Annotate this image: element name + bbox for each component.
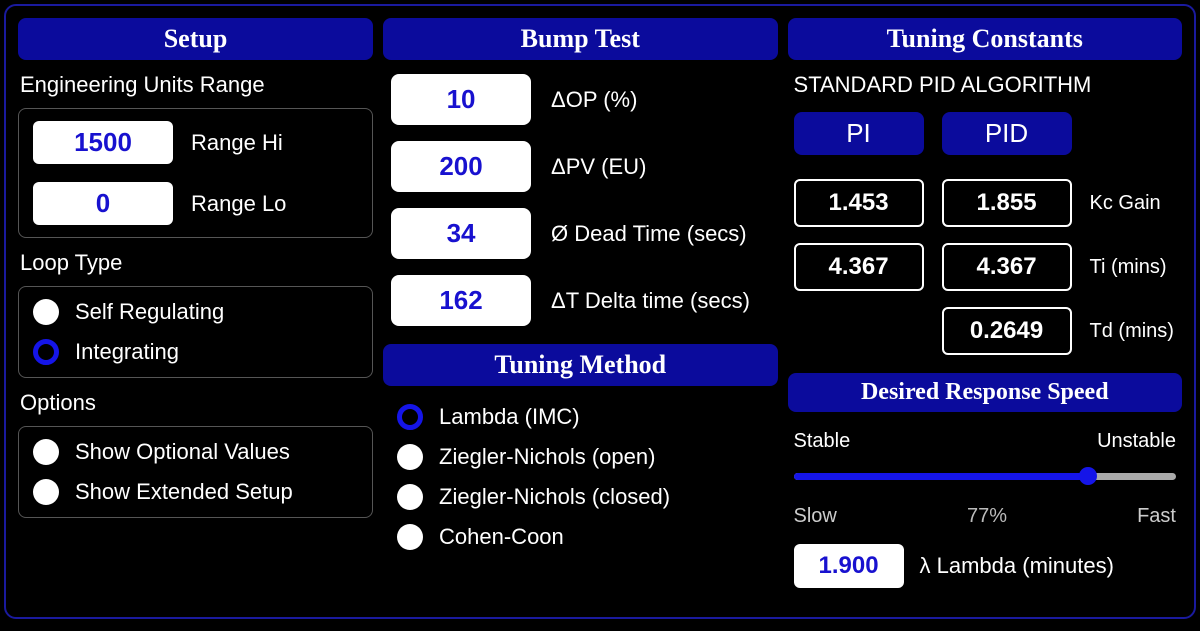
slider-thumb-icon[interactable] <box>1079 467 1097 485</box>
ti-pid-value: 4.367 <box>942 243 1072 291</box>
kc-pi-value: 1.453 <box>794 179 924 227</box>
response-slider[interactable] <box>794 467 1176 485</box>
deltatime-label: ΔT Delta time (secs) <box>551 288 750 314</box>
range-hi-input[interactable] <box>33 121 173 164</box>
radio-lambda[interactable]: Lambda (IMC) <box>397 404 763 430</box>
eu-range-label: Engineering Units Range <box>20 72 373 98</box>
eu-range-fieldset: Range Hi Range Lo <box>18 108 373 238</box>
range-lo-input[interactable] <box>33 182 173 225</box>
method-fieldset: Lambda (IMC) Ziegler-Nichols (open) Zieg… <box>383 394 777 560</box>
dop-label: ΔOP (%) <box>551 87 637 113</box>
radio-label: Ziegler-Nichols (open) <box>439 444 655 470</box>
unstable-label: Unstable <box>1097 430 1176 453</box>
response-header: Desired Response Speed <box>788 373 1182 412</box>
radio-label: Lambda (IMC) <box>439 404 580 430</box>
radio-integrating[interactable]: Integrating <box>33 339 358 365</box>
algorithm-label: STANDARD PID ALGORITHM <box>794 72 1182 98</box>
setup-column: Setup Engineering Units Range Range Hi R… <box>18 18 373 605</box>
loop-type-label: Loop Type <box>20 250 373 276</box>
setup-header: Setup <box>18 18 373 60</box>
radio-icon <box>397 524 423 550</box>
ti-pi-value: 4.367 <box>794 243 924 291</box>
deltatime-input[interactable] <box>391 275 531 326</box>
pi-button[interactable]: PI <box>794 112 924 155</box>
dop-input[interactable] <box>391 74 531 125</box>
radio-icon <box>397 484 423 510</box>
method-header: Tuning Method <box>383 344 777 386</box>
slow-label: Slow <box>794 505 837 528</box>
bump-header: Bump Test <box>383 18 777 60</box>
radio-icon <box>33 339 59 365</box>
radio-icon <box>33 299 59 325</box>
radio-icon <box>33 439 59 465</box>
deadtime-label: Ø Dead Time (secs) <box>551 221 747 247</box>
radio-label: Integrating <box>75 339 179 365</box>
pid-button[interactable]: PID <box>942 112 1072 155</box>
check-show-optional[interactable]: Show Optional Values <box>33 439 358 465</box>
radio-zn-closed[interactable]: Ziegler-Nichols (closed) <box>397 484 763 510</box>
td-label: Td (mins) <box>1090 320 1182 343</box>
check-label: Show Optional Values <box>75 439 290 465</box>
kc-label: Kc Gain <box>1090 192 1182 215</box>
td-pid-value: 0.2649 <box>942 307 1072 355</box>
ti-label: Ti (mins) <box>1090 256 1182 279</box>
dpv-input[interactable] <box>391 141 531 192</box>
lambda-label: λ Lambda (minutes) <box>920 553 1114 579</box>
range-lo-label: Range Lo <box>191 191 286 217</box>
dpv-label: ΔPV (EU) <box>551 154 646 180</box>
bump-column: Bump Test ΔOP (%) ΔPV (EU) Ø Dead Time (… <box>383 18 777 605</box>
options-label: Options <box>20 390 373 416</box>
check-label: Show Extended Setup <box>75 479 293 505</box>
check-show-extended[interactable]: Show Extended Setup <box>33 479 358 505</box>
radio-cohen-coon[interactable]: Cohen-Coon <box>397 524 763 550</box>
stable-label: Stable <box>794 430 851 453</box>
fast-label: Fast <box>1137 505 1176 528</box>
tuning-header: Tuning Constants <box>788 18 1182 60</box>
radio-label: Cohen-Coon <box>439 524 564 550</box>
slider-fill <box>794 473 1089 480</box>
radio-label: Ziegler-Nichols (closed) <box>439 484 670 510</box>
loop-type-fieldset: Self Regulating Integrating <box>18 286 373 378</box>
lambda-input[interactable] <box>794 544 904 588</box>
tuning-column: Tuning Constants STANDARD PID ALGORITHM … <box>788 18 1182 605</box>
options-fieldset: Show Optional Values Show Extended Setup <box>18 426 373 518</box>
tuning-grid: 1.453 1.855 Kc Gain 4.367 4.367 Ti (mins… <box>794 179 1182 355</box>
radio-icon <box>33 479 59 505</box>
range-hi-label: Range Hi <box>191 130 283 156</box>
radio-self-regulating[interactable]: Self Regulating <box>33 299 358 325</box>
radio-icon <box>397 404 423 430</box>
radio-icon <box>397 444 423 470</box>
app-root: Setup Engineering Units Range Range Hi R… <box>4 4 1196 619</box>
response-percent: 77% <box>967 505 1007 528</box>
radio-label: Self Regulating <box>75 299 224 325</box>
radio-zn-open[interactable]: Ziegler-Nichols (open) <box>397 444 763 470</box>
kc-pid-value: 1.855 <box>942 179 1072 227</box>
deadtime-input[interactable] <box>391 208 531 259</box>
